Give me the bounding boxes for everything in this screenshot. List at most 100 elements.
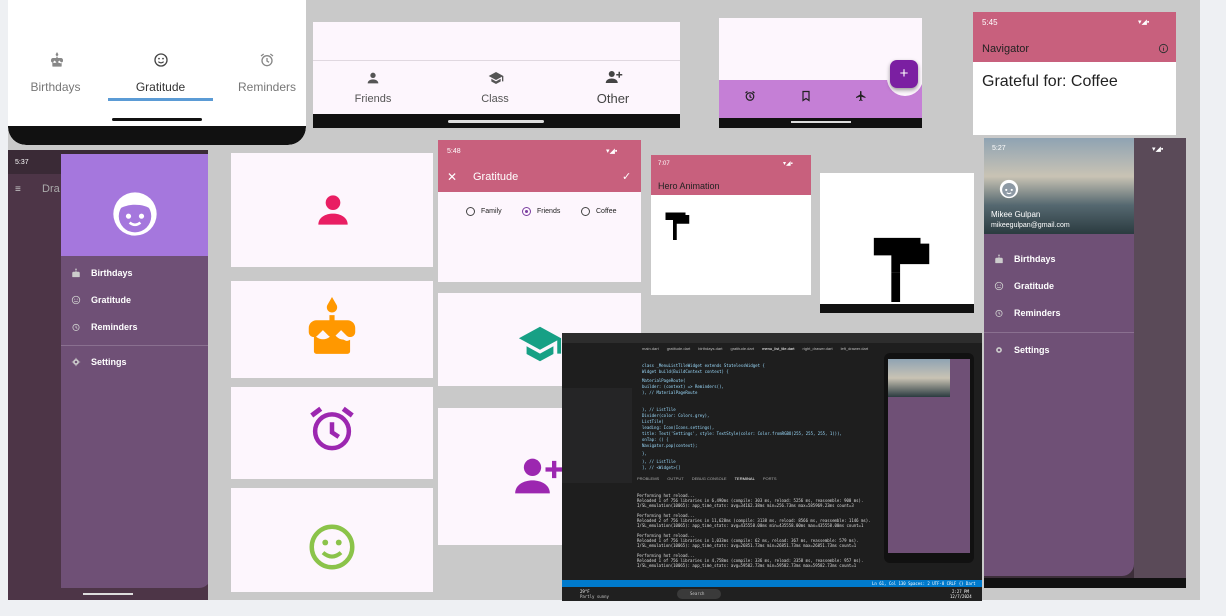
status-bar-text: Ln 61, Col 130 Spaces: 2 UTF-8 CRLF {} D… [872,581,976,586]
bottom-nav-panel-1: Birthdays Gratitude Reminders [8,0,306,145]
editor-tab[interactable]: gratitude.dart [731,346,755,351]
radio-selected-icon [522,207,531,216]
nav-label: Friends [354,93,392,105]
smiley-icon [153,52,169,68]
drawer-item-label: Reminders [1014,308,1061,318]
radio-icon [466,207,475,216]
left-drawer-panel: 5:37 ▾◢▪ ≡ Dra Birthdays Gratitude Remin… [8,150,208,600]
nav-item-reminders[interactable]: Reminders [228,52,306,97]
info-icon[interactable] [1158,43,1169,54]
cake-icon [301,295,363,361]
radio-family[interactable]: Family [466,207,502,216]
divider [984,332,1134,333]
smiley-icon [305,520,359,574]
account-email: mikeegulpan@gmail.com [991,222,1070,229]
app-bar-title: Navigator [982,43,1030,55]
bottom-app-bar-panel: + [719,18,922,128]
code-line: Navigator.pop(context); [642,443,698,448]
code-line: leading: Icon(Icons.settings), [642,425,715,430]
code-line: Widget build(BuildContext context) { [642,369,729,374]
drawer-item-birthdays[interactable]: Birthdays [71,268,133,278]
drawer-item-gratitude[interactable]: Gratitude [994,281,1054,291]
bookmark-icon[interactable] [800,90,812,102]
drawer-item-label: Birthdays [91,268,133,278]
drawer-item-birthdays[interactable]: Birthdays [994,254,1056,264]
gesture-bar [448,120,544,123]
editor-tab[interactable]: right_drawer.dart [803,346,833,351]
drawer-item-label: Gratitude [91,295,132,305]
nav-active-indicator [108,98,213,101]
drawer: Birthdays Gratitude Reminders Settings [61,154,208,588]
gear-icon [71,357,81,367]
panel-tab[interactable]: PROBLEMS [637,476,659,481]
editor-tab[interactable]: main.dart [642,346,659,351]
person-icon-panel [231,153,433,267]
drawer-item-reminders[interactable]: Reminders [994,308,1061,318]
panel-tab[interactable]: DEBUG CONSOLE [692,476,727,481]
group-add-icon [603,68,625,86]
person-icon [311,188,355,232]
paint-roller-icon[interactable] [663,205,693,245]
nav-item-class[interactable]: Class [455,70,535,110]
school-icon [487,70,505,86]
account-name: Mikee Gulpan [991,210,1041,219]
radio-coffee[interactable]: Coffee [581,207,617,216]
drawer-item-settings[interactable]: Settings [994,345,1050,355]
drawer-item-label: Settings [91,357,127,367]
drawer-item-settings[interactable]: Settings [71,357,127,367]
navigator-panel: 5:45 ▾◢▪ Navigator Grateful for: Coffee [973,12,1176,135]
gear-icon [994,345,1004,355]
gratitude-panel: 5:48 ▾◢▪ ✕ Gratitude ✓ Family Friends Co… [438,140,641,282]
code-line: ), // ListTile [642,459,676,464]
panel-tab[interactable]: TERMINAL [735,476,755,481]
flight-icon[interactable] [855,90,867,102]
divider [61,345,208,346]
editor-tab[interactable]: gratitude.dart [667,346,691,351]
panel-tab[interactable]: PORTS [763,476,777,481]
windows-taskbar [562,587,982,601]
code-line: ], // <Widget>[] [642,465,681,470]
nav-item-gratitude[interactable]: Gratitude [108,52,213,102]
status-time: 5:48 [447,148,461,155]
person-icon [365,70,381,86]
nav-item-birthdays[interactable]: Birthdays [18,52,93,97]
radio-icon [581,207,590,216]
paint-roller-icon [868,231,938,303]
fab-label: + [899,65,909,82]
taskbar-date: 12/7/2024 [950,594,972,599]
group-add-icon [508,450,570,502]
code-line: onTap: () { [642,437,669,442]
drawer-item-reminders[interactable]: Reminders [71,322,138,332]
editor-tab[interactable]: birthdays.dart [698,346,722,351]
fab-add-button[interactable]: + [890,60,918,88]
menu-icon[interactable]: ≡ [15,184,21,195]
app-bar-title: Gratitude [473,171,519,183]
close-icon[interactable]: ✕ [447,170,457,184]
terminal-tabs: PROBLEMS OUTPUT DEBUG CONSOLE TERMINAL PORTS [637,476,777,481]
status-time: 5:37 [15,159,29,166]
alarm-icon-panel [231,387,433,479]
drawer-item-gratitude[interactable]: Gratitude [71,295,131,305]
face-avatar-icon [998,178,1020,200]
alarm-icon [305,402,359,456]
alarm-icon[interactable] [744,90,756,102]
editor-tab[interactable]: menu_list_tile.dart [762,346,794,351]
panel-tab[interactable]: OUTPUT [667,476,683,481]
check-icon[interactable]: ✓ [622,170,631,183]
nav-item-other[interactable]: Other [573,68,653,108]
body-text: Grateful for: Coffee [982,73,1118,90]
terminal-line: I/SL_emulation(10065): app_time_stats: a… [637,523,864,528]
cake-icon [994,254,1004,264]
smiley-icon [71,295,81,305]
editor-tab[interactable]: left_drawer.dart [841,346,869,351]
bottom-nav-panel-2: Friends Class Other [313,22,680,128]
radio-friends[interactable]: Friends [522,207,560,216]
nav-label: Reminders [237,80,297,94]
code-line: ), // MaterialPageRoute [642,390,698,395]
drawer-item-label: Birthdays [1014,254,1056,264]
gesture-bar [83,593,133,595]
radio-label: Family [481,208,502,215]
alarm-icon [259,52,275,68]
nav-item-friends[interactable]: Friends [333,70,413,110]
code-line: ListTile( [642,419,664,424]
